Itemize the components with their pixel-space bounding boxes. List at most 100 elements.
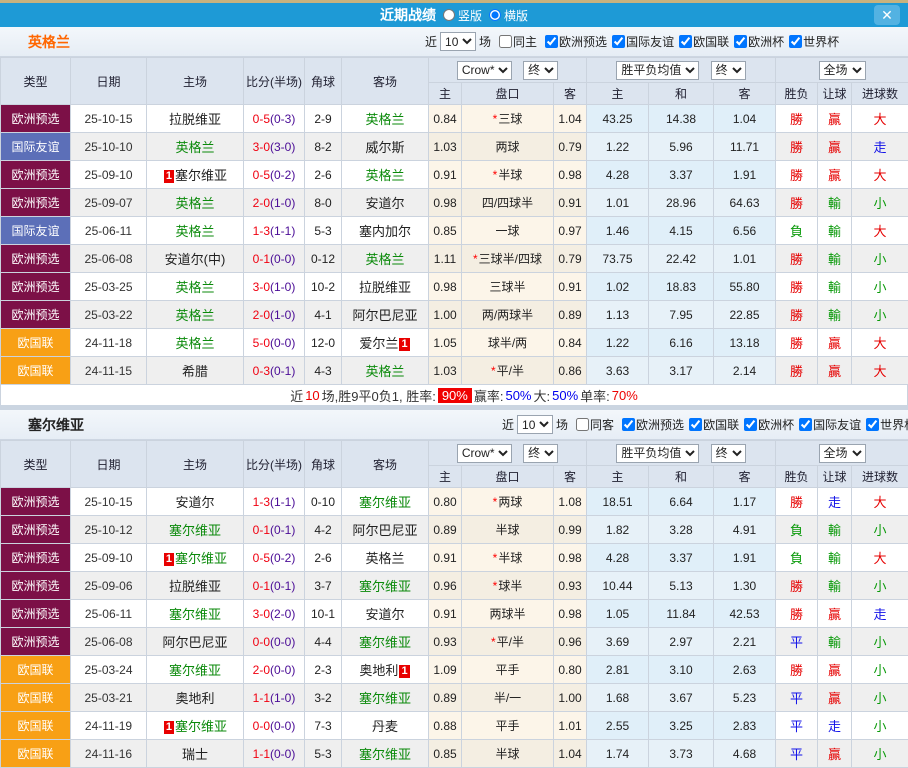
same-venue-checkbox[interactable]	[499, 35, 512, 48]
summary-near: 近	[290, 386, 303, 405]
col-odds-home: 主	[429, 466, 462, 488]
avg-type-select[interactable]: 胜平负均值	[616, 444, 699, 463]
avg-away-odds: 1.30	[714, 572, 776, 600]
result-goals: 走	[852, 600, 908, 628]
odds-time-select[interactable]: 终	[523, 61, 558, 80]
same-venue-filter[interactable]: 同客	[571, 416, 614, 433]
away-odds: 1.01	[554, 712, 587, 740]
league-checkbox[interactable]	[545, 35, 558, 48]
odds-time-select[interactable]: 终	[523, 444, 558, 463]
score-cell: 0-5(0-3)	[244, 105, 305, 133]
result-winloss: 勝	[776, 329, 818, 357]
avg-draw-odds: 3.37	[649, 161, 714, 189]
league-checkbox[interactable]	[866, 418, 879, 431]
handicap-name: 半球	[495, 747, 519, 761]
home-odds: 0.91	[429, 544, 462, 572]
league-filter[interactable]: 欧洲预选	[617, 416, 684, 433]
scope-select[interactable]: 全场	[819, 444, 866, 463]
home-team: 英格兰	[147, 217, 244, 245]
result-winloss: 勝	[776, 105, 818, 133]
result-handicap: 輸	[818, 217, 852, 245]
away-team: 英格兰	[342, 105, 429, 133]
layout-vertical-option[interactable]: 竖版	[443, 7, 482, 24]
result-handicap: 輸	[818, 628, 852, 656]
avg-time-select[interactable]: 终	[711, 61, 746, 80]
handicap-star: *	[493, 495, 498, 509]
league-filter[interactable]: 欧国联	[674, 33, 729, 50]
league-checkbox[interactable]	[622, 418, 635, 431]
result-winloss: 勝	[776, 488, 818, 516]
home-team: 1塞尔维亚	[147, 712, 244, 740]
away-team-name: 安道尔	[365, 607, 404, 622]
league-badge: 欧洲预选	[1, 488, 71, 516]
league-filter[interactable]: 欧国联	[684, 416, 739, 433]
league-checkbox[interactable]	[612, 35, 625, 48]
result-goals: 小	[852, 301, 908, 329]
vertical-radio-label: 竖版	[458, 7, 482, 24]
league-filter[interactable]: 欧洲预选	[540, 33, 607, 50]
handicap-cell: 两/两球半	[462, 301, 554, 329]
avg-away-odds: 2.21	[714, 628, 776, 656]
match-count-select[interactable]: 10	[517, 415, 553, 434]
odds-group-header: Crow* 终	[429, 441, 587, 466]
layout-horizontal-option[interactable]: 横版	[489, 7, 528, 24]
score-cell: 0-1(0-0)	[244, 245, 305, 273]
away-team: 安道尔	[342, 189, 429, 217]
result-handicap: 贏	[818, 357, 852, 385]
odds-company-select[interactable]: Crow*	[457, 444, 512, 463]
away-team: 奥地利1	[342, 656, 429, 684]
league-filter[interactable]: 欧洲杯	[729, 33, 784, 50]
vertical-radio[interactable]	[443, 9, 455, 21]
league-filter[interactable]: 世界杯	[784, 33, 839, 50]
league-filter[interactable]: 国际友谊	[607, 33, 674, 50]
match-date: 25-06-11	[71, 217, 147, 245]
away-team: 爱尔兰1	[342, 329, 429, 357]
horizontal-radio[interactable]	[489, 9, 501, 21]
near-label: 近	[425, 33, 437, 50]
match-date: 25-03-25	[71, 273, 147, 301]
result-goals: 小	[852, 628, 908, 656]
result-winloss: 勝	[776, 656, 818, 684]
home-team-name: 塞尔维亚	[175, 168, 227, 183]
same-venue-checkbox[interactable]	[576, 418, 589, 431]
league-checkbox[interactable]	[679, 35, 692, 48]
league-filter[interactable]: 国际友谊	[794, 416, 861, 433]
league-filter[interactable]: 欧洲杯	[739, 416, 794, 433]
home-team-name: 塞尔维亚	[169, 523, 221, 538]
result-goals: 大	[852, 105, 908, 133]
league-checkbox[interactable]	[799, 418, 812, 431]
avg-time-select[interactable]: 终	[711, 444, 746, 463]
match-count-select[interactable]: 10	[440, 32, 476, 51]
match-date: 25-10-10	[71, 133, 147, 161]
avg-type-select[interactable]: 胜平负均值	[616, 61, 699, 80]
away-team: 英格兰	[342, 357, 429, 385]
league-label: 欧洲预选	[636, 416, 684, 433]
close-button[interactable]: ✕	[874, 5, 900, 25]
same-venue-filter[interactable]: 同主	[494, 33, 537, 50]
away-team-name: 英格兰	[365, 168, 404, 183]
near-label: 近	[502, 416, 514, 433]
scope-select[interactable]: 全场	[819, 61, 866, 80]
halftime-score: (1-0)	[270, 691, 295, 705]
avg-away-odds: 55.80	[714, 273, 776, 301]
league-checkbox[interactable]	[744, 418, 757, 431]
halftime-score: (0-0)	[270, 719, 295, 733]
avg-home-odds: 1.68	[587, 684, 649, 712]
league-checkbox[interactable]	[734, 35, 747, 48]
home-odds: 1.03	[429, 357, 462, 385]
handicap-star: *	[473, 252, 478, 266]
away-team-name: 塞尔维亚	[359, 635, 411, 650]
result-goals: 小	[852, 273, 908, 301]
col-corner: 角球	[305, 441, 342, 488]
match-date: 25-09-10	[71, 161, 147, 189]
home-odds: 0.80	[429, 488, 462, 516]
result-handicap: 贏	[818, 329, 852, 357]
league-checkbox[interactable]	[789, 35, 802, 48]
score-cell: 2-0(0-0)	[244, 656, 305, 684]
league-checkbox[interactable]	[689, 418, 702, 431]
odds-company-select[interactable]: Crow*	[457, 61, 512, 80]
col-goals: 进球数	[852, 466, 908, 488]
league-badge: 欧国联	[1, 684, 71, 712]
home-team: 安道尔(中)	[147, 245, 244, 273]
league-filter[interactable]: 世界杯	[861, 416, 908, 433]
